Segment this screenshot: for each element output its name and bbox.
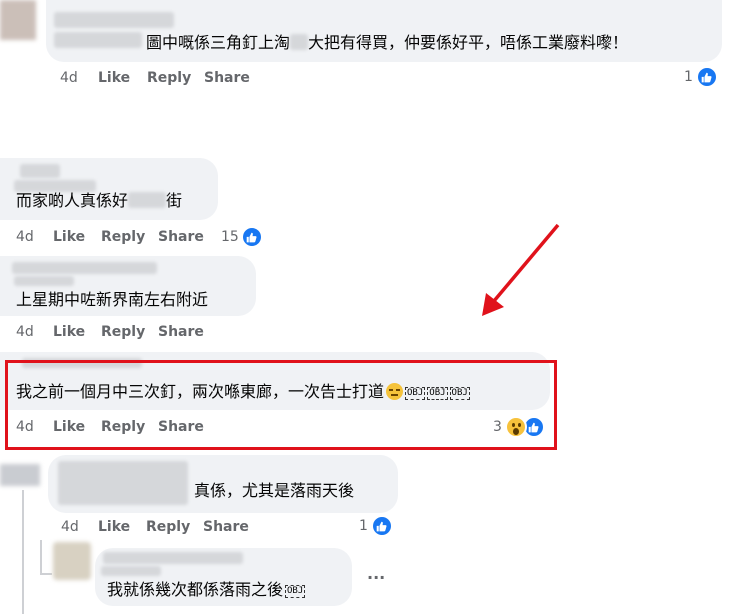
redacted-word: [290, 34, 309, 50]
redacted-word: [128, 192, 167, 208]
object-placeholder: OBJ: [285, 585, 306, 598]
reply-button[interactable]: Reply: [147, 70, 191, 86]
wow-reaction-icon: [504, 416, 527, 438]
comment-actions: 4d Like Reply Share: [16, 324, 216, 342]
author-name-redacted[interactable]: [103, 552, 243, 564]
comment-bubble: 圖中嘅係三角釘上淘 大把有得買，仲要係好平，唔係工業廢料嚟！: [46, 0, 722, 62]
author-name-redacted[interactable]: [58, 461, 188, 505]
comment-text: 我就係幾次都係落雨之後 OBJ: [107, 580, 306, 599]
share-button[interactable]: Share: [204, 70, 250, 86]
like-reaction-icon: [370, 515, 393, 537]
reaction-summary[interactable]: 1: [359, 515, 393, 537]
share-button[interactable]: Share: [158, 324, 204, 340]
like-button[interactable]: Like: [98, 519, 130, 535]
comment-actions: 4d Like Reply Share: [16, 229, 216, 247]
comment-text: 真係，尤其是落雨天後: [194, 481, 355, 500]
like-button[interactable]: Like: [53, 324, 85, 340]
share-button[interactable]: Share: [158, 229, 204, 245]
author-name-redacted[interactable]: [54, 12, 174, 28]
comment-text: 而家啲人真係好街: [16, 191, 183, 210]
reaction-count: 15: [221, 229, 239, 245]
timestamp[interactable]: 4d: [61, 519, 79, 535]
arrow-head: [482, 293, 504, 316]
comment-bubble: 上星期中咗新界南左右附近: [0, 256, 256, 316]
highlight-box: [5, 360, 557, 450]
comment-bubble: 真係，尤其是落雨天後: [48, 455, 398, 513]
share-button[interactable]: Share: [203, 519, 249, 535]
reaction-summary[interactable]: 1: [684, 66, 718, 88]
more-options-button[interactable]: ···: [367, 568, 385, 587]
reply-button[interactable]: Reply: [146, 519, 190, 535]
author-name-redacted: [14, 276, 74, 286]
comment-text: 上星期中咗新界南左右附近: [16, 290, 209, 309]
comment-text: 圖中嘅係三角釘上淘 大把有得買，仲要係好平，唔係工業廢料嚟！: [146, 33, 629, 52]
avatar[interactable]: [0, 0, 36, 40]
reply-button[interactable]: Reply: [101, 324, 145, 340]
timestamp[interactable]: 4d: [16, 324, 34, 340]
avatar[interactable]: [0, 464, 40, 486]
timestamp[interactable]: 4d: [60, 70, 78, 86]
author-name-redacted: [54, 32, 142, 48]
author-name-redacted[interactable]: [20, 164, 60, 178]
reaction-count: 1: [359, 518, 368, 534]
thread-line: [40, 573, 52, 575]
comment-actions: 4d Like Reply Share: [60, 70, 260, 88]
avatar[interactable]: [53, 542, 91, 580]
author-name-redacted: [101, 566, 161, 576]
comment-actions: 4d Like Reply Share: [61, 519, 261, 537]
like-reaction-icon: [240, 226, 263, 248]
reaction-summary[interactable]: 15: [221, 226, 263, 248]
reply-button[interactable]: Reply: [101, 229, 145, 245]
arrow-shaft: [492, 223, 560, 303]
annotation-arrow: [482, 223, 560, 316]
like-button[interactable]: Like: [98, 70, 130, 86]
author-name-redacted[interactable]: [12, 262, 157, 274]
like-reaction-icon: [695, 66, 718, 88]
reaction-count: 1: [684, 69, 693, 85]
like-button[interactable]: Like: [53, 229, 85, 245]
comment-bubble: 我就係幾次都係落雨之後 OBJ: [95, 548, 352, 606]
thread-line: [22, 490, 24, 614]
timestamp[interactable]: 4d: [16, 229, 34, 245]
comment-bubble: 而家啲人真係好街: [0, 158, 218, 220]
thread-line: [40, 540, 42, 574]
